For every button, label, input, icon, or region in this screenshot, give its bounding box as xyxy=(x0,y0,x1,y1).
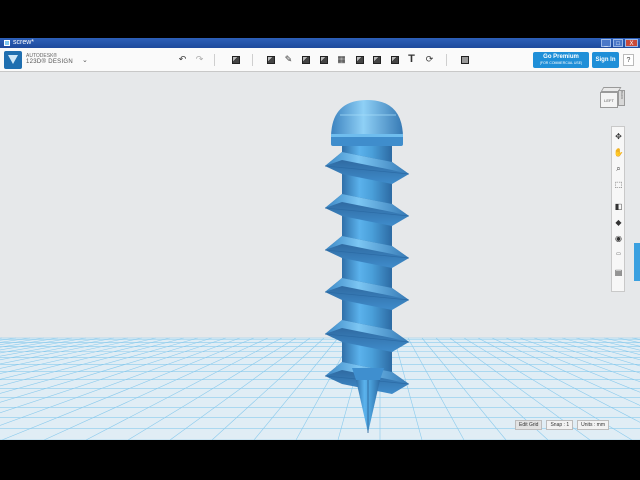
status-bar: Edit Grid Snap : 1 Units : mm xyxy=(515,420,609,430)
units-control[interactable]: Units : mm xyxy=(577,420,609,430)
snap-control[interactable]: Snap : 1 xyxy=(546,420,574,430)
3d-viewport[interactable] xyxy=(0,38,640,440)
zoom-icon[interactable]: ⌕ xyxy=(613,163,624,174)
view-cube[interactable]: LEFT BACK xyxy=(598,86,626,110)
side-panel-tab[interactable] xyxy=(634,243,640,281)
material-view-icon[interactable]: ◆ xyxy=(613,217,624,228)
view-cube-left-face[interactable]: LEFT xyxy=(600,92,618,108)
orbit-icon[interactable]: ✋ xyxy=(613,147,624,158)
app-window: screw* _ □ X AUTODESK® 123D® DESIGN ⌄ ↶ … xyxy=(0,38,640,440)
visibility-icon[interactable]: ◉ xyxy=(613,233,624,244)
fit-icon[interactable]: ⬚ xyxy=(613,179,624,190)
snap-value[interactable]: 1 xyxy=(566,422,569,428)
grid-settings-icon[interactable]: ▤ xyxy=(613,267,624,278)
edit-grid-button[interactable]: Edit Grid xyxy=(515,420,543,430)
view-mode-icon[interactable]: ◧ xyxy=(613,201,624,212)
snap-label: Snap : xyxy=(550,422,565,428)
navigation-bar: ✥ ✋ ⌕ ⬚ ◧ ◆ ◉ ▭ ▤ xyxy=(611,126,625,292)
view-cube-back-face[interactable]: BACK xyxy=(618,90,625,106)
ortho-icon[interactable]: ▭ xyxy=(613,249,624,260)
pan-icon[interactable]: ✥ xyxy=(613,131,624,142)
